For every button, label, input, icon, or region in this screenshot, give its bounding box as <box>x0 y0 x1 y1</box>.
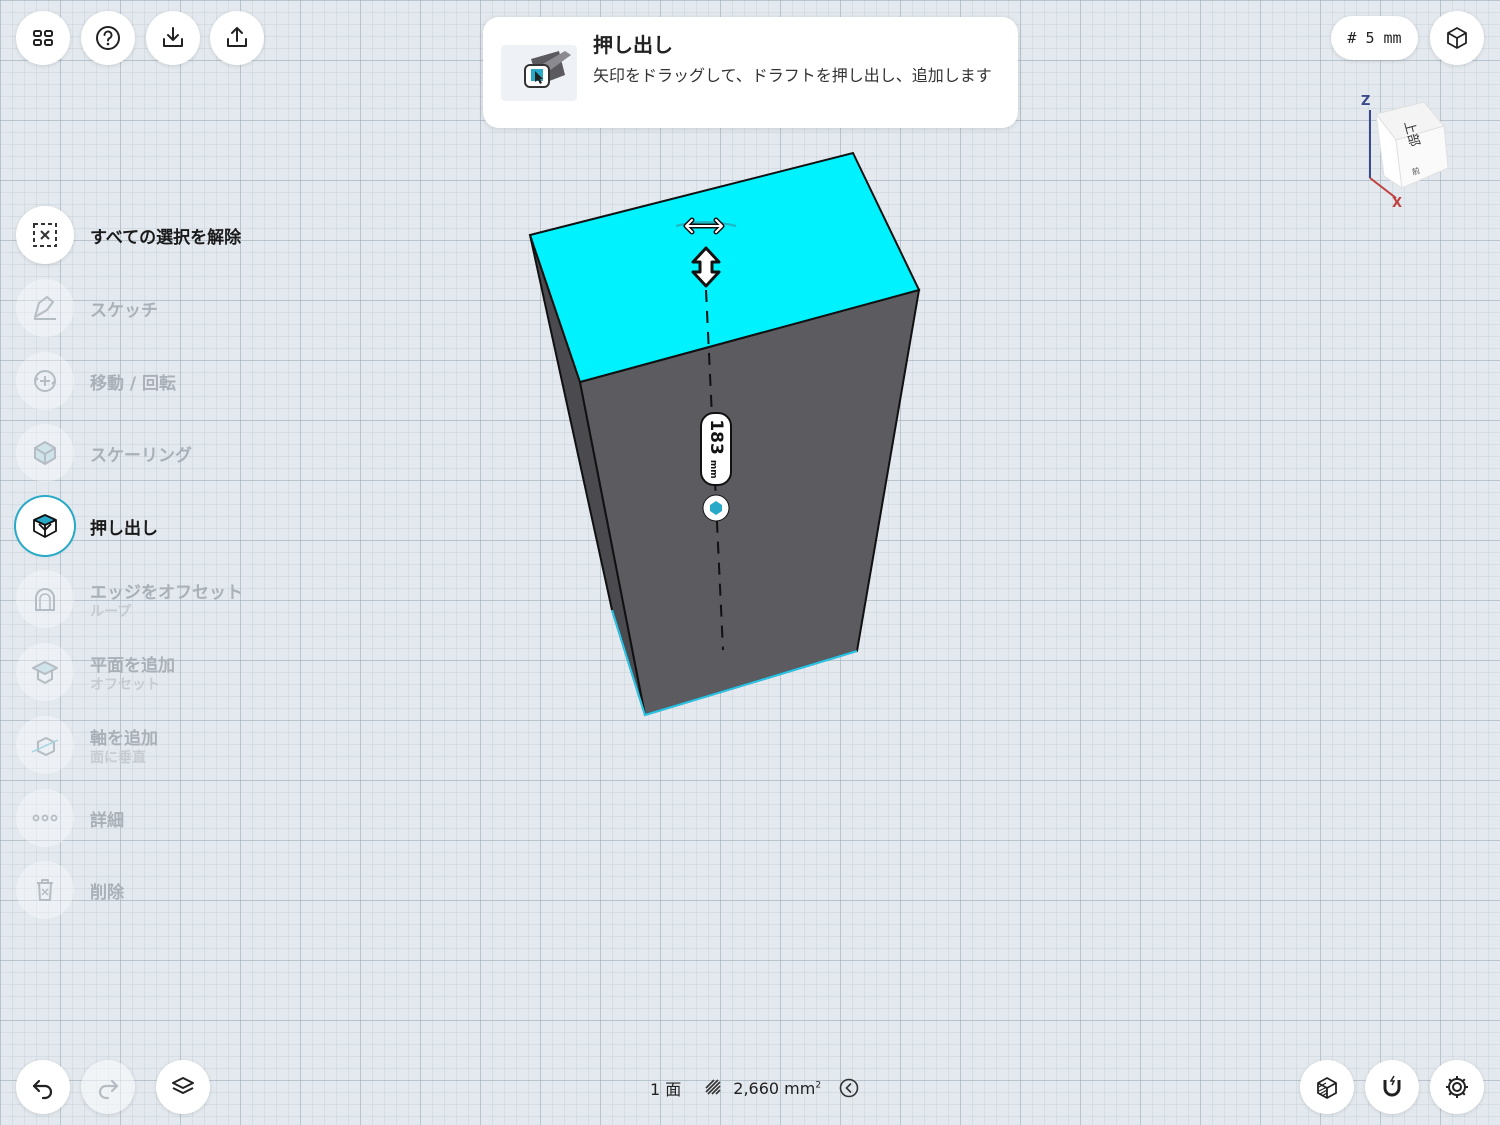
tool-move-rotate[interactable]: 移動 / 回転 <box>16 351 176 411</box>
tool-label: 平面を追加 <box>90 655 175 676</box>
tool-label: エッジをオフセット <box>90 582 243 603</box>
model-canvas[interactable] <box>0 0 1500 1125</box>
tool-delete[interactable]: 削除 <box>16 860 124 920</box>
tool-add-axis[interactable]: 軸を追加 面に垂直 <box>16 715 158 775</box>
origin-handle[interactable] <box>702 494 730 522</box>
dimension-unit: mm <box>708 459 718 479</box>
tool-label: スケッチ <box>90 300 158 321</box>
tool-label: 軸を追加 <box>90 728 158 749</box>
tool-sublabel: ループ <box>90 603 132 620</box>
tool-extrude[interactable]: 押し出し <box>16 496 158 556</box>
deselect-icon <box>33 223 57 247</box>
tool-label: スケーリング <box>90 445 192 466</box>
dimension-value: 183 <box>706 419 726 455</box>
more-icon <box>32 814 58 822</box>
layers-icon <box>172 1077 194 1094</box>
tool-offset-edge[interactable]: エッジをオフセット ループ <box>16 569 243 629</box>
tool-deselect-all[interactable]: すべての選択を解除 <box>16 205 241 265</box>
tool-add-plane[interactable]: 平面を追加 オフセット <box>16 642 175 702</box>
offset-edge-icon <box>35 588 55 611</box>
section-view-button[interactable] <box>1300 1060 1354 1114</box>
add-axis-icon <box>31 737 59 756</box>
face-count: 1 面 <box>650 1080 682 1099</box>
trash-icon <box>37 879 53 901</box>
status-bar: 1 面 2,660 mm2 <box>650 1076 859 1100</box>
tool-label: 押し出し <box>90 518 158 539</box>
hatched-cube-icon <box>1317 1077 1337 1099</box>
undo-icon <box>32 1079 53 1100</box>
move-rotate-icon <box>34 370 56 392</box>
area-exponent: 2 <box>815 1080 822 1091</box>
chevron-left-circle-icon[interactable] <box>839 1078 859 1098</box>
snap-button[interactable] <box>1365 1060 1419 1114</box>
tool-more[interactable]: 詳細 <box>16 788 124 848</box>
tool-sketch[interactable]: スケッチ <box>16 278 158 338</box>
redo-icon <box>98 1079 119 1100</box>
layers-button[interactable] <box>156 1060 210 1114</box>
tool-scaling[interactable]: スケーリング <box>16 423 192 483</box>
extrude-icon <box>33 514 57 538</box>
redo-button[interactable] <box>81 1060 135 1114</box>
tool-sublabel: 面に垂直 <box>90 749 146 766</box>
gear-icon <box>1446 1076 1468 1098</box>
tool-label: 詳細 <box>90 810 124 831</box>
scale-icon <box>34 441 56 465</box>
tool-sublabel: オフセット <box>90 676 160 693</box>
tool-label: 削除 <box>90 882 124 903</box>
add-plane-icon <box>32 661 58 685</box>
tool-label: すべての選択を解除 <box>90 227 242 248</box>
area-hatch-icon <box>705 1079 721 1095</box>
magnet-icon <box>1383 1075 1401 1097</box>
sketch-icon <box>34 296 56 320</box>
settings-button[interactable] <box>1430 1060 1484 1114</box>
undo-button[interactable] <box>16 1060 70 1114</box>
area-value: 2,660 mm <box>733 1078 816 1098</box>
dimension-label[interactable]: 183 mm <box>700 412 732 486</box>
tool-label: 移動 / 回転 <box>90 373 177 394</box>
